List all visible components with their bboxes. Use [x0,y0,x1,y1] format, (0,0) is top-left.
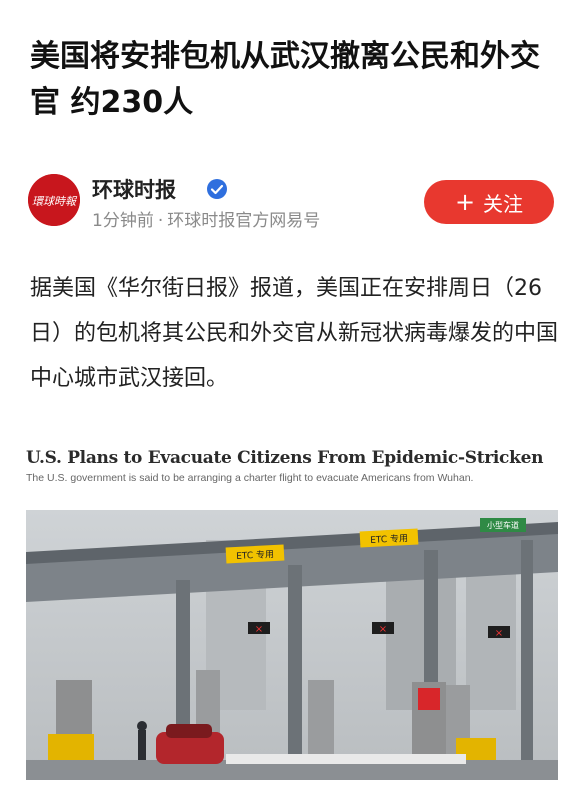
article-body: 据美国《华尔街日报》报道，美国正在安排周日（26日）的包机将其公民和外交官从新冠… [30,276,559,391]
meta-separator: · [157,211,164,231]
author-name[interactable]: 环球时报 [92,174,176,204]
verified-icon [207,179,227,199]
figure-caption: The U.S. government is said to be arrang… [26,472,474,484]
post-meta: 1分钟前 · 环球时报官方网易号 [92,206,320,231]
article-headline: 美国将安排包机从武汉撤离公民和外交官 约230人 [30,39,540,120]
follow-label: 关注 [483,191,524,216]
figure-headline: U.S. Plans to Evacuate Citizens From Epi… [26,448,544,468]
svg-text:環球時報: 環球時報 [32,195,78,208]
author-row: 環球時報 环球时报 1分钟前 · 环球时报官方网易号 + 关注 [28,172,558,232]
lane-light: × [379,624,387,635]
lane-light: × [255,624,263,635]
photo-illustration: ETC 专用 ETC 专用 小型车道 × × × [26,510,558,780]
post-source: 环球时报官方网易号 [167,211,321,231]
toll-station-photo[interactable]: ETC 专用 ETC 专用 小型车道 × × × [26,510,558,780]
post-time: 1分钟前 [92,211,154,231]
article-figure: U.S. Plans to Evacuate Citizens From Epi… [26,448,562,788]
follow-button[interactable]: + 关注 [424,180,554,224]
avatar-logo: 環球時報 [28,174,80,226]
plus-icon: + [454,188,476,216]
author-avatar[interactable]: 環球時報 [28,174,80,226]
lane-light: × [495,628,503,639]
lane-sign: 小型车道 [487,520,519,530]
